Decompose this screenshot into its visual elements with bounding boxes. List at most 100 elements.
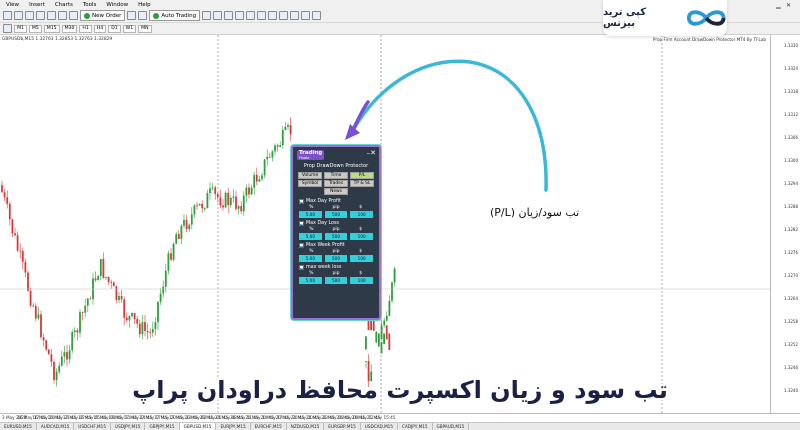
candlestick-icon[interactable] [213, 11, 223, 20]
candle-body [224, 192, 227, 208]
limit-checkbox[interactable]: Max Day Loss [299, 220, 373, 227]
limit-label: Max Day Loss [306, 221, 339, 226]
limit-values: 5.00 500 100 [299, 277, 373, 284]
timeframe-m5[interactable]: M5 [28, 24, 42, 33]
panel-tab-symbol[interactable]: Symbol [298, 180, 322, 187]
candle-body [159, 293, 162, 302]
chart-tab[interactable]: GBPJPY,M15 [145, 423, 180, 430]
limit-value-input[interactable]: 100 [350, 255, 373, 262]
market-watch-icon[interactable] [25, 11, 34, 20]
signals-icon[interactable] [138, 11, 148, 20]
limit-value-input[interactable]: 100 [350, 211, 373, 218]
chart-tab[interactable]: USDCAD,M15 [361, 423, 399, 430]
timeframe-w1[interactable]: W1 [122, 24, 137, 33]
panel-tab-time[interactable]: Time [324, 172, 348, 179]
chart-tab[interactable]: USDJPY,M15 [111, 423, 146, 430]
candle-body [248, 187, 250, 195]
menu-item-tools[interactable]: Tools [83, 2, 97, 8]
panel-tab-tp-sl[interactable]: TP & SL [350, 180, 374, 187]
data-window-icon[interactable] [36, 11, 45, 20]
limit-value-input[interactable]: 500 [324, 211, 348, 218]
panel-tab-news[interactable]: News [324, 188, 348, 195]
limit-value-input[interactable]: 5.00 [299, 233, 322, 240]
limit-value-input[interactable]: 5.00 [299, 211, 322, 218]
candle-body [105, 276, 107, 278]
new-order-button[interactable]: New Order [80, 10, 126, 21]
candle-body [37, 314, 40, 319]
candle-body [266, 156, 269, 160]
timeframe-h1[interactable]: H1 [79, 24, 92, 33]
timeframe-h4[interactable]: H4 [93, 24, 107, 33]
limit-checkbox[interactable]: Max Day Profit [299, 198, 373, 205]
limit-value-input[interactable]: 500 [324, 277, 348, 284]
panel-tab-trades[interactable]: Trades [324, 180, 348, 187]
profiles-icon[interactable] [14, 11, 23, 20]
chart-tab[interactable]: EURJPY,M15 [216, 423, 251, 430]
bar-chart-icon[interactable] [202, 11, 212, 20]
chart-tab[interactable]: GBPAUD,M15 [433, 423, 470, 430]
line-chart-icon[interactable] [224, 11, 234, 20]
terminal-icon[interactable] [58, 11, 67, 20]
templates-icon[interactable] [312, 11, 322, 20]
period-icon[interactable] [3, 24, 12, 33]
panel-minimize-close-icon[interactable]: –✕ [367, 149, 376, 157]
menu-item-view[interactable]: View [6, 2, 19, 8]
limit-value-input[interactable]: 5.00 [299, 277, 322, 284]
candle-body [281, 130, 284, 146]
shift-icon[interactable] [279, 11, 289, 20]
timeframe-mn[interactable]: MN [138, 24, 152, 33]
chart-tab[interactable]: EURCHF,M15 [251, 423, 287, 430]
navigator-icon[interactable] [47, 11, 56, 20]
panel-tab-p-l[interactable]: P/L [350, 172, 374, 179]
new-chart-icon[interactable] [3, 11, 12, 20]
timeframe-m1[interactable]: M1 [14, 24, 27, 33]
candle-body [162, 286, 165, 294]
chart-tab[interactable]: USDCHF,M15 [74, 423, 111, 430]
candle-body [120, 295, 123, 300]
scroll-icon[interactable] [268, 11, 278, 20]
chart-tab[interactable]: NZDUSD,M15 [287, 423, 325, 430]
timeframe-m30[interactable]: M30 [61, 24, 78, 33]
candle-body [58, 365, 61, 372]
zoom-in-icon[interactable] [235, 11, 245, 20]
price-chart[interactable] [0, 35, 800, 413]
menu-item-window[interactable]: Window [106, 2, 128, 8]
meta-editor-icon[interactable] [127, 11, 137, 20]
candle-body [268, 156, 271, 158]
chart-tab[interactable]: GBPUSD,M15 [179, 423, 217, 430]
timeframe-d1[interactable]: D1 [108, 24, 121, 33]
tester-icon[interactable] [69, 11, 78, 20]
candle-body [151, 328, 154, 333]
chart-tab[interactable]: EURUSD,M15 [0, 423, 37, 430]
menu-item-insert[interactable]: Insert [29, 2, 45, 8]
limit-checkbox[interactable]: Max Week Profit [299, 242, 373, 249]
chart-tab[interactable]: AUDCAD,M15 [37, 423, 75, 430]
timeframe-m15[interactable]: M15 [43, 24, 60, 33]
limit-value-input[interactable]: 500 [324, 255, 348, 262]
limit-value-input[interactable]: 5.00 [299, 255, 322, 262]
checkbox-checked-icon[interactable] [299, 243, 304, 248]
checkbox-checked-icon[interactable] [299, 221, 304, 226]
chart-tab[interactable]: CADJPY,M15 [398, 423, 433, 430]
limit-values: 5.00 500 100 [299, 255, 373, 262]
limit-value-input[interactable]: 100 [350, 277, 373, 284]
candle-body [71, 332, 74, 351]
limit-value-input[interactable]: 100 [350, 233, 373, 240]
menu-item-help[interactable]: Help [138, 2, 151, 8]
tile-icon[interactable] [257, 11, 267, 20]
limit-value-input[interactable]: 500 [324, 233, 348, 240]
limit-checkbox[interactable]: max week loss [299, 264, 373, 271]
panel-header[interactable]: Trading Finder –✕ [293, 147, 379, 162]
close-icon[interactable]: ✕ [786, 2, 791, 9]
chart-tab[interactable]: EURGBP,M15 [324, 423, 361, 430]
checkbox-checked-icon[interactable] [299, 199, 304, 204]
indicators-icon[interactable] [290, 11, 300, 20]
checkbox-checked-icon[interactable] [299, 265, 304, 270]
limit-values: 5.00 500 100 [299, 233, 373, 240]
panel-tab-volume[interactable]: Volume [298, 172, 322, 179]
auto-trading-button[interactable]: Auto Trading [149, 10, 201, 21]
zoom-out-icon[interactable] [246, 11, 256, 20]
menu-item-charts[interactable]: Charts [55, 2, 73, 8]
minimize-icon[interactable]: ▁ [776, 2, 781, 9]
periods-icon[interactable] [301, 11, 311, 20]
